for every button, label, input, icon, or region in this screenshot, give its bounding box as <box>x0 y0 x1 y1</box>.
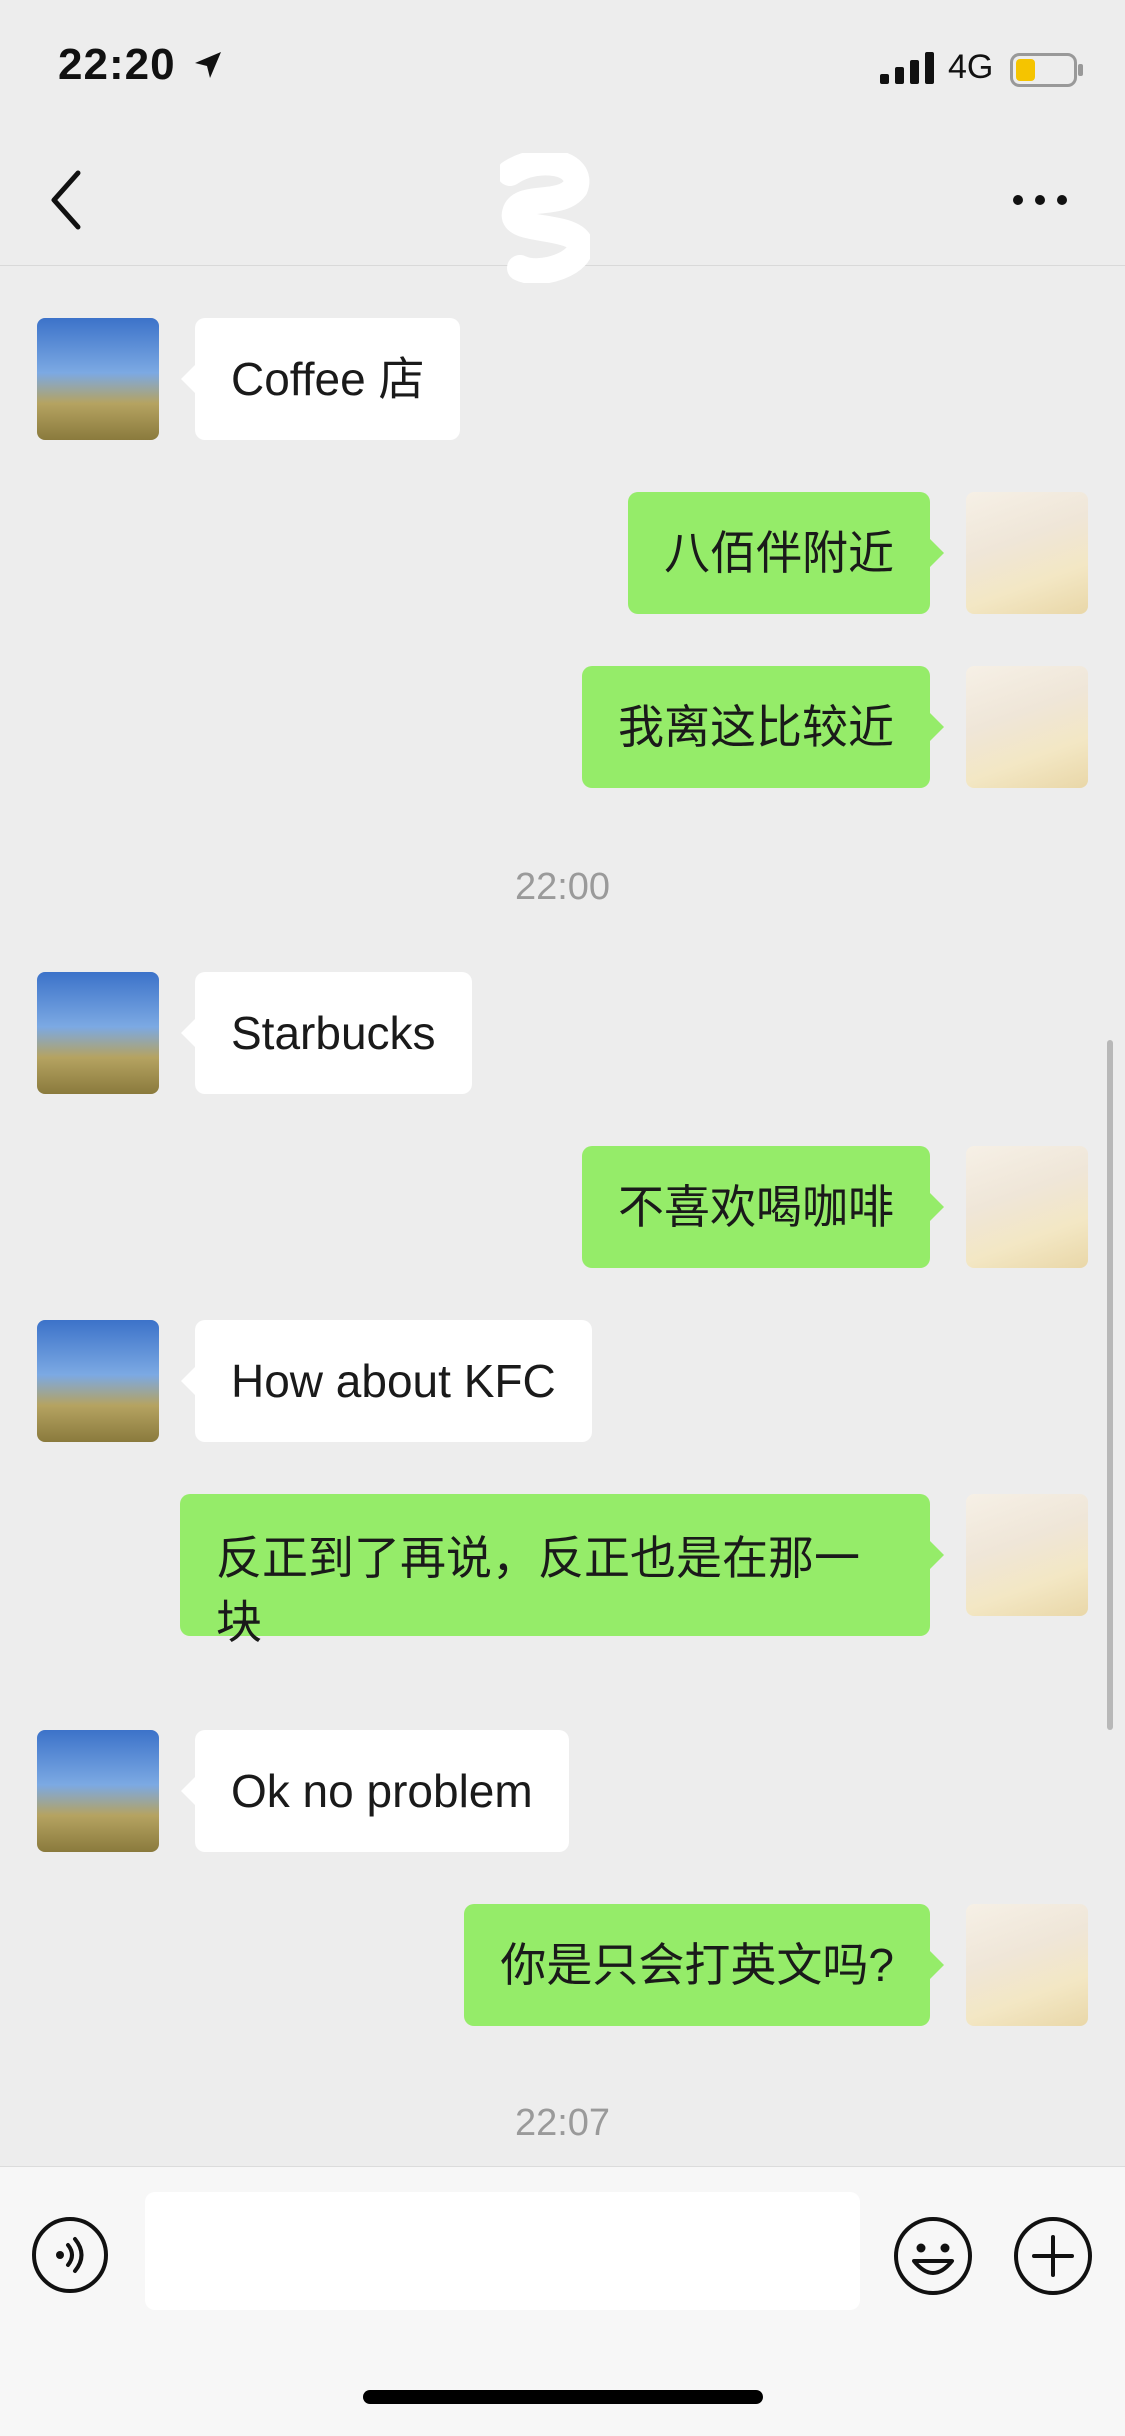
message-text: 我离这比较近 <box>618 701 894 753</box>
contact-avatar[interactable] <box>37 318 159 440</box>
more-dots-icon[interactable] <box>1010 185 1070 215</box>
bubble-tail <box>930 1951 944 1979</box>
contact-name-redacted <box>500 153 590 283</box>
my-avatar[interactable] <box>966 1146 1088 1268</box>
emoji-icon[interactable] <box>892 2215 974 2297</box>
received-message-bubble[interactable]: Starbucks <box>195 972 472 1094</box>
scrollbar[interactable] <box>1107 1040 1113 1730</box>
sent-message-bubble[interactable]: 你是只会打英文吗? <box>464 1904 930 2026</box>
sent-message-bubble[interactable]: 八佰伴附近 <box>628 492 930 614</box>
my-avatar[interactable] <box>966 666 1088 788</box>
sent-message-bubble[interactable]: 反正到了再说，反正也是在那一块 <box>180 1494 930 1648</box>
contact-avatar[interactable] <box>37 1730 159 1852</box>
my-avatar[interactable] <box>966 492 1088 614</box>
status-bar: 22:20 4G <box>0 0 1125 135</box>
message-text: Ok no problem <box>231 1765 533 1817</box>
contact-avatar[interactable] <box>37 972 159 1094</box>
bubble-tail <box>930 1541 944 1569</box>
message-text: 反正到了再说，反正也是在那一块 <box>216 1532 860 1648</box>
message-list: Coffee 店 八佰伴附近 我离这比较近 22:00 Starbucks 不喜… <box>0 266 1125 2166</box>
received-message-bubble[interactable]: Coffee 店 <box>195 318 461 440</box>
message-text: 八佰伴附近 <box>664 527 894 579</box>
bubble-tail <box>181 365 195 393</box>
bubble-tail <box>930 1193 944 1221</box>
received-message-bubble[interactable]: How about KFC <box>195 1320 592 1442</box>
network-type: 4G <box>948 48 994 86</box>
nav-bar <box>0 135 1125 283</box>
battery-icon <box>1010 53 1083 87</box>
sent-message-bubble[interactable]: 我离这比较近 <box>582 666 930 788</box>
my-avatar[interactable] <box>966 1494 1088 1616</box>
message-text: Coffee 店 <box>231 353 425 405</box>
home-indicator[interactable] <box>363 2390 763 2404</box>
battery-level-fill <box>1016 59 1035 81</box>
chevron-left-icon[interactable] <box>40 165 100 235</box>
bubble-tail <box>181 1019 195 1047</box>
my-avatar[interactable] <box>966 1904 1088 2026</box>
sent-message-bubble[interactable]: 不喜欢喝咖啡 <box>582 1146 930 1268</box>
bubble-tail <box>930 539 944 567</box>
status-time: 22:20 <box>58 40 176 89</box>
message-text: 你是只会打英文吗? <box>500 1939 894 1991</box>
voice-icon[interactable] <box>30 2215 110 2295</box>
message-text: How about KFC <box>231 1355 556 1407</box>
timestamp: 22:00 <box>514 866 611 908</box>
signal-bars-icon <box>880 52 934 84</box>
contact-avatar[interactable] <box>37 1320 159 1442</box>
bubble-tail <box>181 1367 195 1395</box>
message-text: Starbucks <box>231 1007 436 1059</box>
bubble-tail <box>181 1777 195 1805</box>
message-input[interactable] <box>145 2192 860 2310</box>
bubble-tail <box>930 713 944 741</box>
received-message-bubble[interactable]: Ok no problem <box>195 1730 569 1852</box>
chat-screen: 22:20 4G Coffee 店 八佰伴附近 我离这比较近 22:00 Sta… <box>0 0 1125 2436</box>
timestamp: 22:07 <box>514 2102 611 2144</box>
plus-icon[interactable] <box>1012 2215 1094 2297</box>
location-arrow-icon <box>195 52 221 78</box>
message-text: 不喜欢喝咖啡 <box>618 1181 894 1233</box>
